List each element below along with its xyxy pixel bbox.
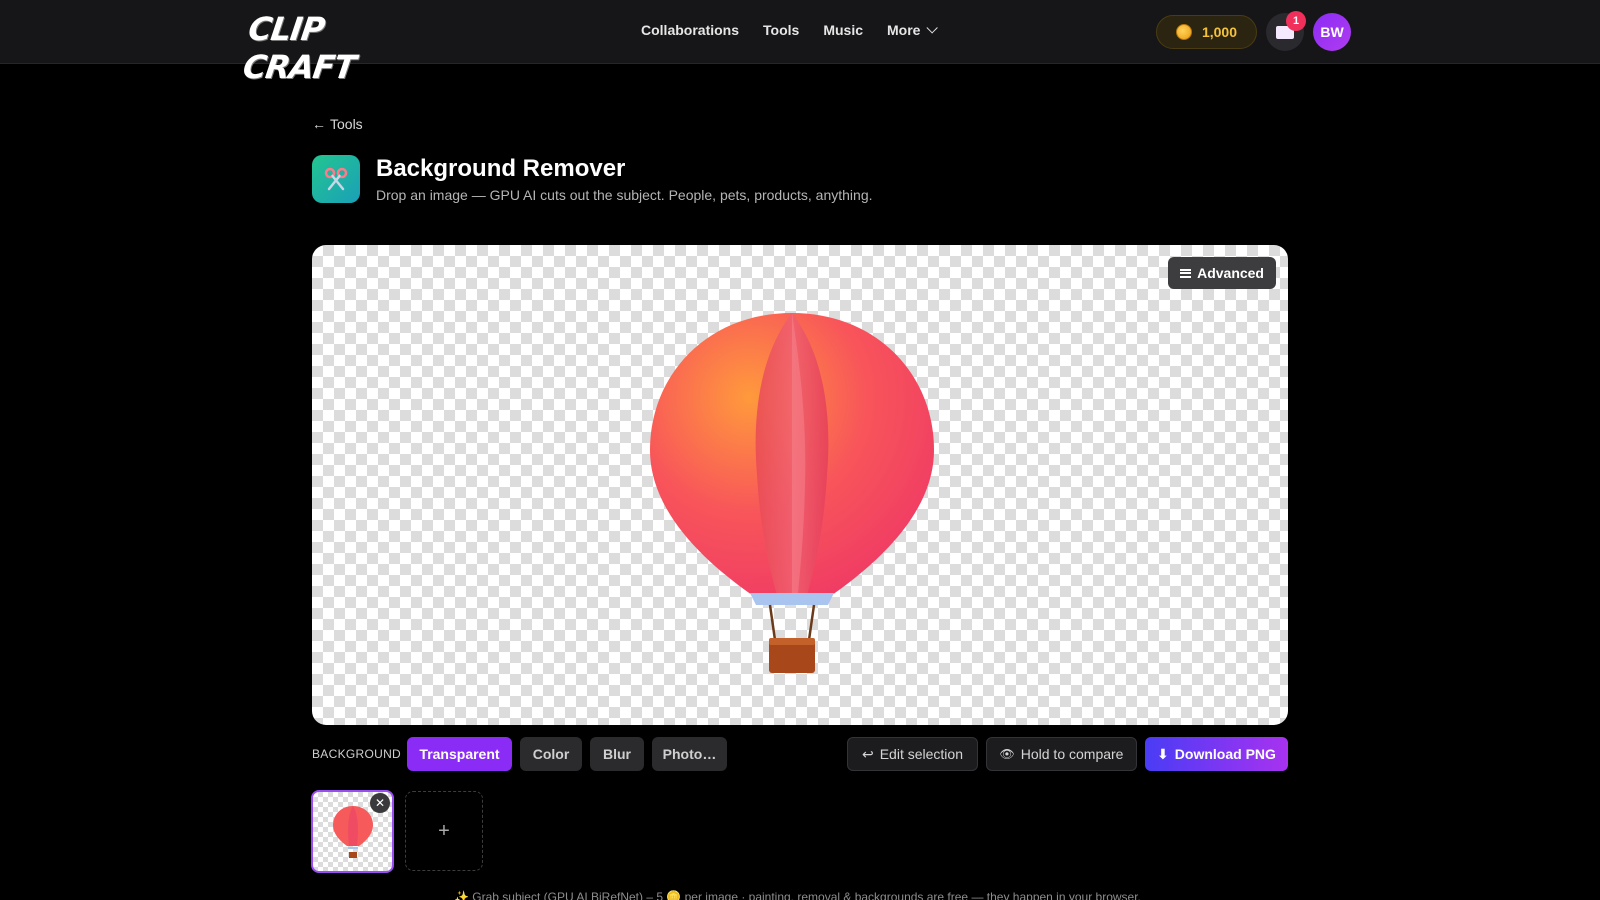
notification-badge: 1	[1286, 11, 1306, 31]
advanced-label: Advanced	[1197, 265, 1264, 281]
background-label: BACKGROUND	[312, 747, 402, 761]
logo-text: CLIP CRAFT	[240, 10, 358, 86]
eye-icon: 👁	[999, 747, 1015, 761]
download-icon: ⬇	[1157, 745, 1169, 762]
add-image-button[interactable]: +	[405, 791, 483, 871]
background-blur-button[interactable]: Blur	[590, 737, 644, 771]
footnote-text: ✨ Grab subject (GPU AI BiRefNet) – 5 🪙 p…	[454, 890, 1141, 900]
background-transparent-button[interactable]: Transparent	[407, 737, 512, 771]
close-icon: ✕	[374, 796, 386, 810]
nav-more-label: More	[887, 22, 921, 38]
nav-more-menu[interactable]: More	[887, 22, 939, 38]
nav-link-tools[interactable]: Tools	[763, 22, 799, 38]
hold-to-compare-button[interactable]: 👁 Hold to compare	[986, 737, 1137, 771]
top-nav: CLIP CRAFT Collaborations Tools Music Mo…	[0, 0, 1600, 86]
coin-balance[interactable]: 1,000	[1156, 15, 1257, 49]
menu-icon	[1180, 268, 1192, 278]
back-to-tools-link[interactable]: ← Tools	[312, 116, 363, 132]
download-png-button[interactable]: ⬇ Download PNG	[1145, 737, 1288, 771]
page-title: Background Remover	[376, 155, 626, 182]
remove-thumbnail-button[interactable]: ✕	[370, 793, 390, 813]
chevron-down-icon	[926, 22, 939, 34]
undo-arrow-icon: ↩	[861, 745, 874, 762]
page-subtitle: Drop an image — GPU AI cuts out the subj…	[376, 187, 873, 203]
edit-selection-label: Edit selection	[879, 746, 963, 762]
background-photo-button[interactable]: Photo…	[652, 737, 727, 771]
clipcraft-logo[interactable]: CLIP CRAFT	[241, 10, 426, 86]
coin-amount: 1,000	[1201, 24, 1238, 40]
nav-link-collaborations[interactable]: Collaborations	[641, 22, 739, 38]
user-avatar[interactable]: BW	[1313, 13, 1351, 51]
tool-icon	[312, 155, 360, 203]
nav-links: Collaborations Tools Music More	[641, 22, 939, 38]
back-label: Tools	[330, 116, 363, 132]
balloon-cutout-image	[650, 313, 934, 673]
image-canvas[interactable]: Advanced	[312, 245, 1288, 725]
scissors-icon	[324, 167, 348, 191]
hold-to-compare-label: Hold to compare	[1020, 746, 1124, 762]
edit-selection-button[interactable]: ↩ Edit selection	[847, 737, 978, 771]
download-label: Download PNG	[1174, 746, 1276, 762]
advanced-button[interactable]: Advanced	[1168, 257, 1276, 289]
plus-icon: +	[438, 819, 450, 842]
background-color-button[interactable]: Color	[520, 737, 582, 771]
nav-link-music[interactable]: Music	[823, 22, 863, 38]
arrow-left-icon: ←	[312, 116, 326, 132]
coin-icon	[1175, 24, 1192, 40]
